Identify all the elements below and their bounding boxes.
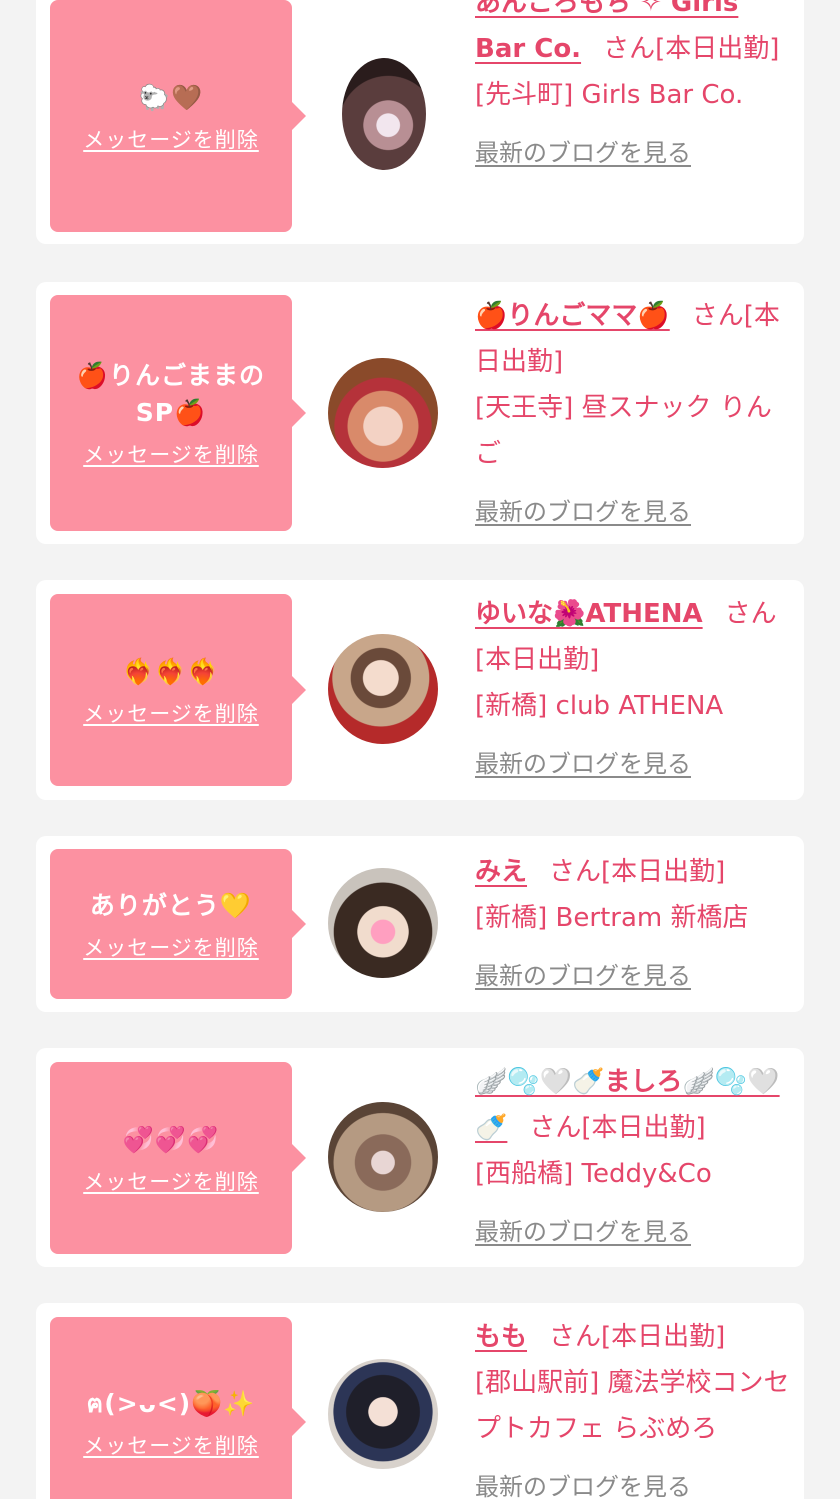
message-text: ありがとう💛: [89, 890, 253, 920]
cast-status: さん[本日出勤]: [529, 1113, 706, 1143]
avatar[interactable]: [328, 1102, 438, 1212]
cast-name-link[interactable]: ゆいな🌺ATHENA: [475, 599, 703, 629]
message-bubble: ありがとう💛 メッセージを削除: [50, 849, 306, 999]
message-bubble: 🐑🤎 メッセージを削除: [50, 0, 306, 232]
cast-info: 🍎りんごママ🍎 さん[本日出勤] [天王寺] 昼スナック りんご 最新のブログを見…: [475, 293, 795, 535]
cast-info: 🪽🫧🤍🍼ましろ🪽🫧🤍🍼 さん[本日出勤] [西船橋] Teddy&Co 最新のブロ…: [475, 1059, 795, 1255]
delete-message-link[interactable]: メッセージを削除: [83, 932, 259, 962]
message-card: 💞💞💞 メッセージを削除 🪽🫧🤍🍼ましろ🪽🫧🤍🍼 さん[本日出勤] [西船橋] T…: [36, 1048, 804, 1267]
avatar[interactable]: [328, 634, 438, 744]
message-card: ฅ(>ᴗ<)🍑✨ メッセージを削除 もも さん[本日出勤] [郡山駅前] 魔法学校…: [36, 1303, 804, 1499]
cast-info: あんころもち ✧ Girls Bar Co. さん[本日出勤] [先斗町] Gir…: [475, 0, 795, 176]
delete-message-link[interactable]: メッセージを削除: [83, 1166, 259, 1196]
message-text: 🐑🤎: [138, 82, 204, 112]
message-bubble: 💞💞💞 メッセージを削除: [50, 1062, 306, 1254]
delete-message-link[interactable]: メッセージを削除: [83, 1430, 259, 1460]
latest-blog-link[interactable]: 最新のブログを見る: [475, 741, 691, 787]
shop-name: [新橋] Bertram 新橋店: [475, 903, 749, 933]
delete-message-link[interactable]: メッセージを削除: [83, 439, 259, 469]
message-card: 🍎りんごままのSP🍎 メッセージを削除 🍎りんごママ🍎 さん[本日出勤] [天王寺…: [36, 282, 804, 544]
message-text: 💞💞💞: [122, 1124, 220, 1154]
latest-blog-link[interactable]: 最新のブログを見る: [475, 1464, 691, 1499]
shop-name: [天王寺] 昼スナック りんご: [475, 393, 772, 469]
cast-info: みえ さん[本日出勤] [新橋] Bertram 新橋店 最新のブログを見る: [475, 849, 795, 999]
message-text: ❤️‍🔥❤️‍🔥❤️‍🔥: [122, 656, 220, 686]
cast-status: さん[本日出勤]: [549, 1322, 726, 1352]
avatar[interactable]: [328, 358, 438, 468]
message-list: 🐑🤎 メッセージを削除 あんころもち ✧ Girls Bar Co. さん[本日出…: [0, 0, 840, 1499]
shop-name: [先斗町] Girls Bar Co.: [475, 80, 744, 110]
latest-blog-link[interactable]: 最新のブログを見る: [475, 489, 691, 535]
avatar[interactable]: [342, 58, 426, 170]
cast-status: さん[本日出勤]: [603, 34, 780, 64]
latest-blog-link[interactable]: 最新のブログを見る: [475, 1209, 691, 1255]
message-bubble: ฅ(>ᴗ<)🍑✨ メッセージを削除: [50, 1317, 306, 1499]
cast-info: もも さん[本日出勤] [郡山駅前] 魔法学校コンセプトカフェ らぶめろ 最新のブ…: [475, 1314, 795, 1499]
avatar[interactable]: [328, 1359, 438, 1469]
latest-blog-link[interactable]: 最新のブログを見る: [475, 953, 691, 999]
shop-name: [郡山駅前] 魔法学校コンセプトカフェ らぶめろ: [475, 1368, 790, 1444]
message-card: ❤️‍🔥❤️‍🔥❤️‍🔥 メッセージを削除 ゆいな🌺ATHENA さん[本日出勤]…: [36, 580, 804, 800]
message-card: ありがとう💛 メッセージを削除 みえ さん[本日出勤] [新橋] Bertram …: [36, 836, 804, 1012]
cast-name-link[interactable]: みえ: [475, 857, 527, 887]
shop-name: [西船橋] Teddy&Co: [475, 1159, 712, 1189]
message-bubble: ❤️‍🔥❤️‍🔥❤️‍🔥 メッセージを削除: [50, 594, 306, 786]
delete-message-link[interactable]: メッセージを削除: [83, 124, 259, 154]
message-text: 🍎りんごままのSP🍎: [76, 361, 266, 427]
message-text: ฅ(>ᴗ<)🍑✨: [86, 1388, 256, 1418]
cast-info: ゆいな🌺ATHENA さん[本日出勤] [新橋] club ATHENA 最新のブ…: [475, 591, 795, 787]
message-bubble: 🍎りんごままのSP🍎 メッセージを削除: [50, 295, 306, 531]
avatar[interactable]: [328, 868, 438, 978]
message-card: 🐑🤎 メッセージを削除 あんころもち ✧ Girls Bar Co. さん[本日出…: [36, 0, 804, 244]
shop-name: [新橋] club ATHENA: [475, 691, 724, 721]
delete-message-link[interactable]: メッセージを削除: [83, 698, 259, 728]
cast-name-link[interactable]: 🍎りんごママ🍎: [475, 301, 670, 331]
latest-blog-link[interactable]: 最新のブログを見る: [475, 130, 691, 176]
cast-name-link[interactable]: もも: [475, 1322, 527, 1352]
cast-status: さん[本日出勤]: [549, 857, 726, 887]
